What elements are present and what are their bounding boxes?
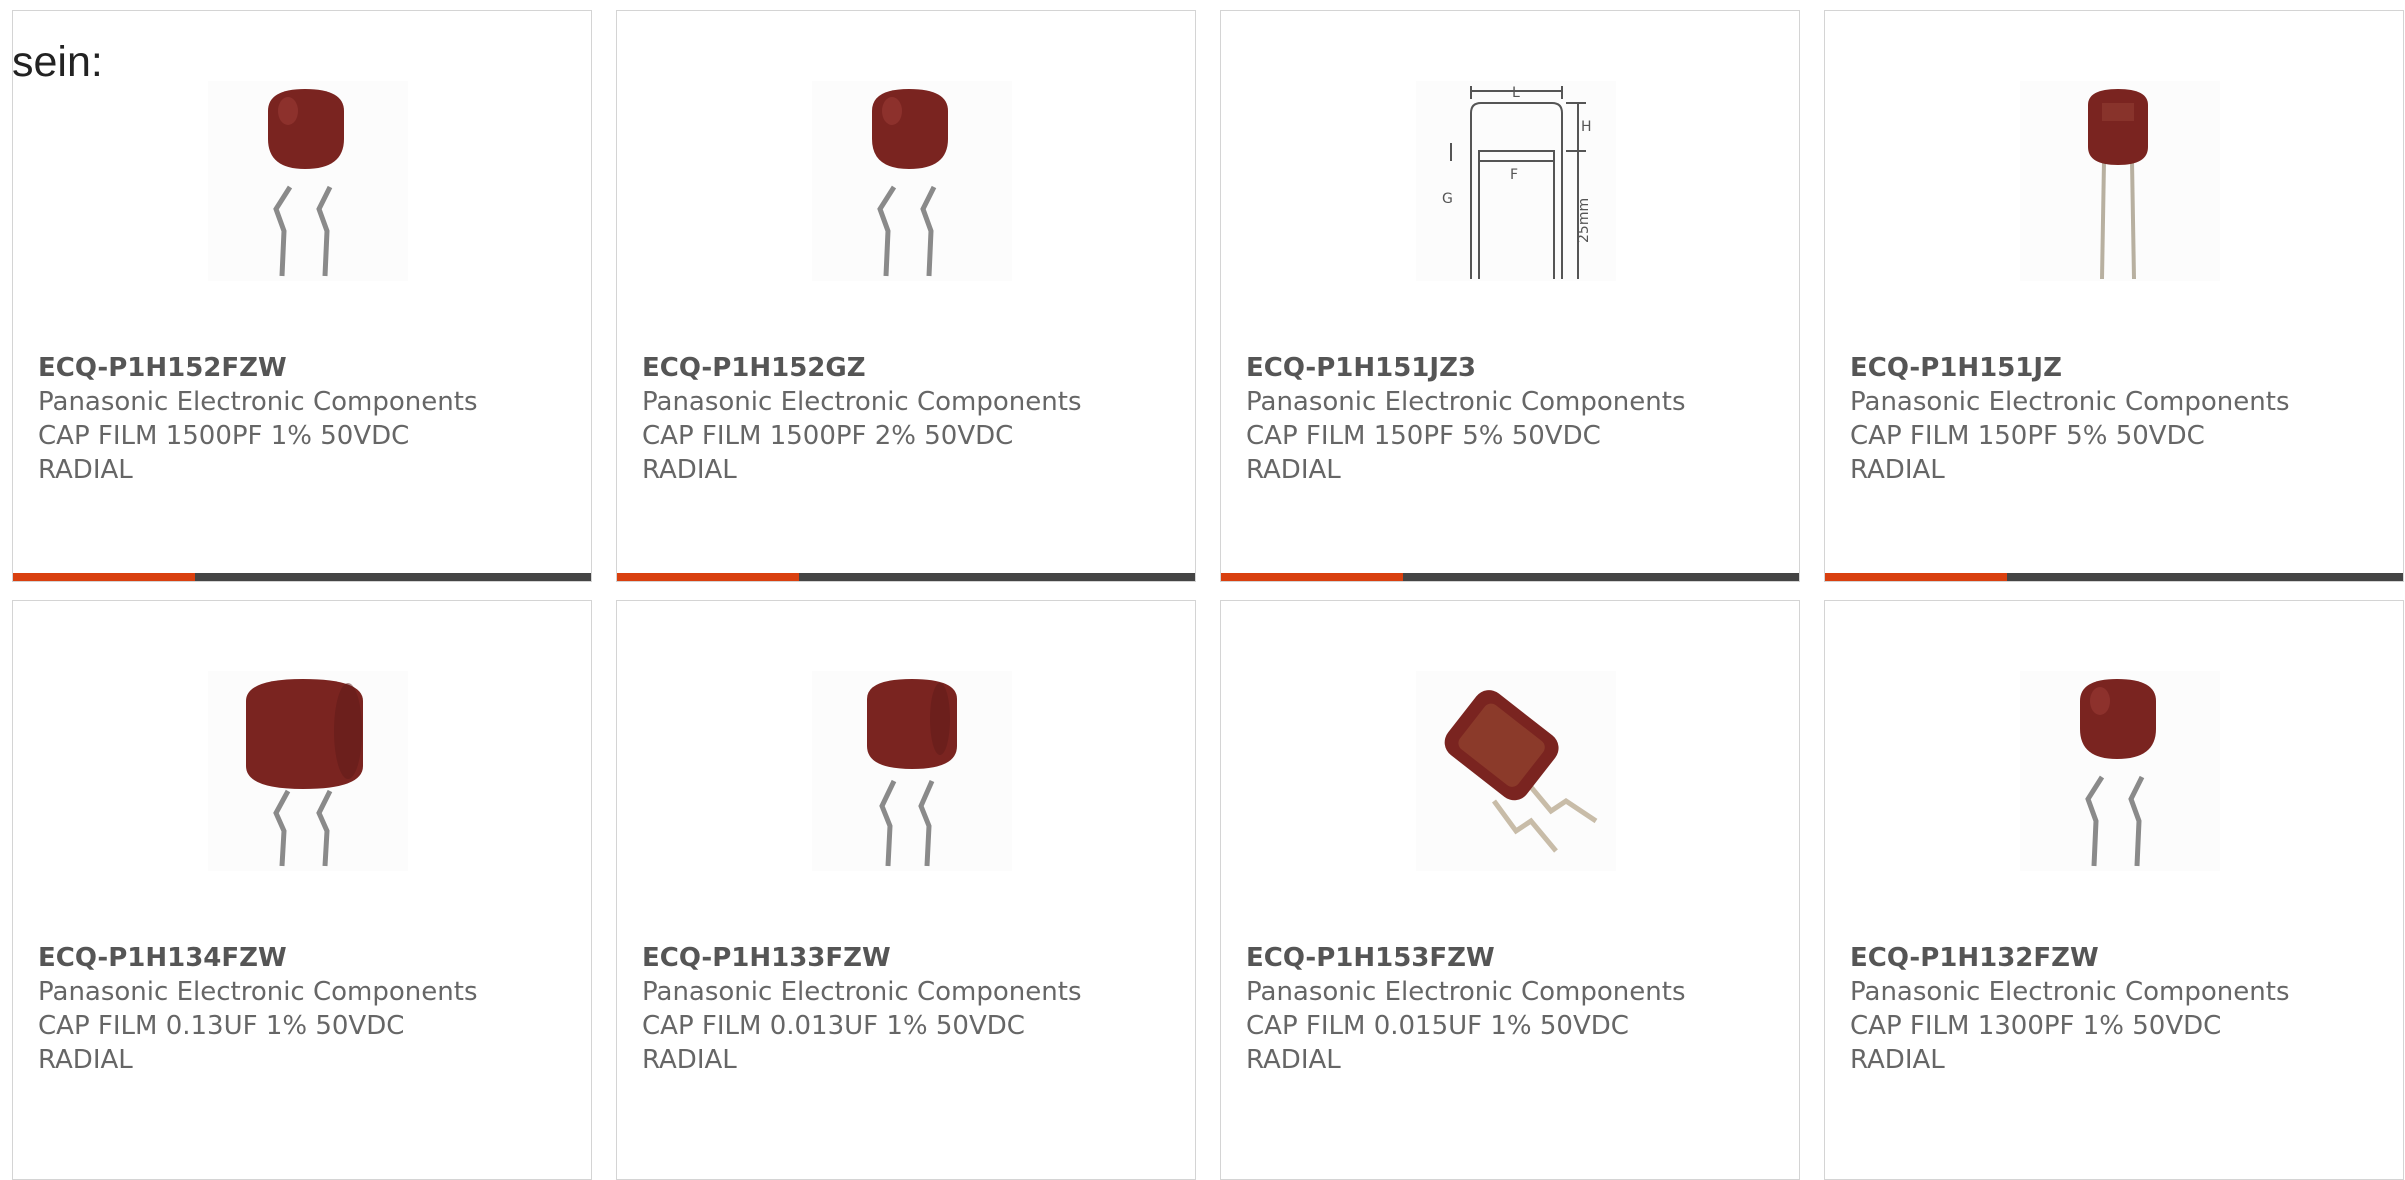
lead-text: sein: — [12, 38, 103, 86]
part-number-link[interactable]: ECQ-P1H133FZW — [642, 941, 1185, 975]
product-description: CAP FILM 1500PF 2% 50VDC RADIAL — [642, 421, 1014, 485]
product-description: CAP FILM 150PF 5% 50VDC RADIAL — [1246, 421, 1601, 485]
product-card[interactable]: ECQ-P1H133FZW Panasonic Electronic Compo… — [616, 600, 1196, 1180]
manufacturer-name: Panasonic Electronic Components — [1850, 387, 2290, 417]
product-description: CAP FILM 0.13UF 1% 50VDC RADIAL — [38, 1011, 405, 1075]
product-description: CAP FILM 1500PF 1% 50VDC RADIAL — [38, 421, 410, 485]
manufacturer-name: Panasonic Electronic Components — [38, 977, 478, 1007]
dimension-label-length: 25mm — [1576, 198, 1592, 243]
product-card[interactable]: ECQ-P1H153FZW Panasonic Electronic Compo… — [1220, 600, 1800, 1180]
large-capacitor-kinked-leads-icon — [246, 679, 363, 867]
product-image[interactable] — [2020, 81, 2220, 281]
part-number-link[interactable]: ECQ-P1H134FZW — [38, 941, 581, 975]
card-footer-bar — [1221, 573, 1799, 581]
dipped-capacitor-straight-leads-icon — [2088, 89, 2148, 280]
card-footer-bar — [617, 573, 1195, 581]
product-card[interactable]: ECQ-P1H132FZW Panasonic Electronic Compo… — [1824, 600, 2404, 1180]
dimension-label-h: H — [1581, 119, 1592, 135]
manufacturer-name: Panasonic Electronic Components — [642, 977, 1082, 1007]
product-description: CAP FILM 150PF 5% 50VDC RADIAL — [1850, 421, 2205, 485]
part-number-link[interactable]: ECQ-P1H152GZ — [642, 351, 1185, 385]
dipped-capacitor-kinked-leads-icon — [867, 679, 957, 867]
tilted-capacitor-icon — [1444, 690, 1598, 853]
product-card[interactable]: ECQ-P1H134FZW Panasonic Electronic Compo… — [12, 600, 592, 1180]
product-image[interactable]: L H G F 25mm — [1416, 81, 1616, 281]
product-card[interactable]: L H G F 25mm ECQ-P1H151JZ3 Panasonic Ele… — [1220, 10, 1800, 582]
manufacturer-name: Panasonic Electronic Components — [1850, 977, 2290, 1007]
part-number-link[interactable]: ECQ-P1H153FZW — [1246, 941, 1789, 975]
card-footer-bar — [13, 573, 591, 581]
product-image[interactable] — [2020, 671, 2220, 871]
card-footer-bar — [1825, 573, 2403, 581]
dimension-drawing-icon: L H G F 25mm — [1442, 85, 1592, 279]
manufacturer-name: Panasonic Electronic Components — [642, 387, 1082, 417]
product-image[interactable] — [812, 671, 1012, 871]
manufacturer-name: Panasonic Electronic Components — [38, 387, 478, 417]
part-number-link[interactable]: ECQ-P1H151JZ — [1850, 351, 2393, 385]
product-image[interactable] — [208, 671, 408, 871]
product-description: CAP FILM 0.015UF 1% 50VDC RADIAL — [1246, 1011, 1629, 1075]
product-card[interactable]: ECQ-P1H152FZW Panasonic Electronic Compo… — [12, 10, 592, 582]
manufacturer-name: Panasonic Electronic Components — [1246, 387, 1686, 417]
product-card[interactable]: ECQ-P1H152GZ Panasonic Electronic Compon… — [616, 10, 1196, 582]
part-number-link[interactable]: ECQ-P1H132FZW — [1850, 941, 2393, 975]
product-image[interactable] — [812, 81, 1012, 281]
dipped-capacitor-kinked-leads-icon — [2080, 679, 2156, 867]
dimension-label-g: G — [1442, 191, 1453, 207]
dipped-capacitor-kinked-leads-icon — [872, 89, 948, 277]
manufacturer-name: Panasonic Electronic Components — [1246, 977, 1686, 1007]
product-image[interactable] — [208, 81, 408, 281]
dimension-label-l: L — [1512, 85, 1520, 101]
product-card[interactable]: ECQ-P1H151JZ Panasonic Electronic Compon… — [1824, 10, 2404, 582]
product-image[interactable] — [1416, 671, 1616, 871]
part-number-link[interactable]: ECQ-P1H151JZ3 — [1246, 351, 1789, 385]
part-number-link[interactable]: ECQ-P1H152FZW — [38, 351, 581, 385]
dimension-label-f: F — [1510, 167, 1518, 183]
product-description: CAP FILM 1300PF 1% 50VDC RADIAL — [1850, 1011, 2222, 1075]
dipped-capacitor-kinked-leads-icon — [268, 89, 344, 277]
product-description: CAP FILM 0.013UF 1% 50VDC RADIAL — [642, 1011, 1025, 1075]
